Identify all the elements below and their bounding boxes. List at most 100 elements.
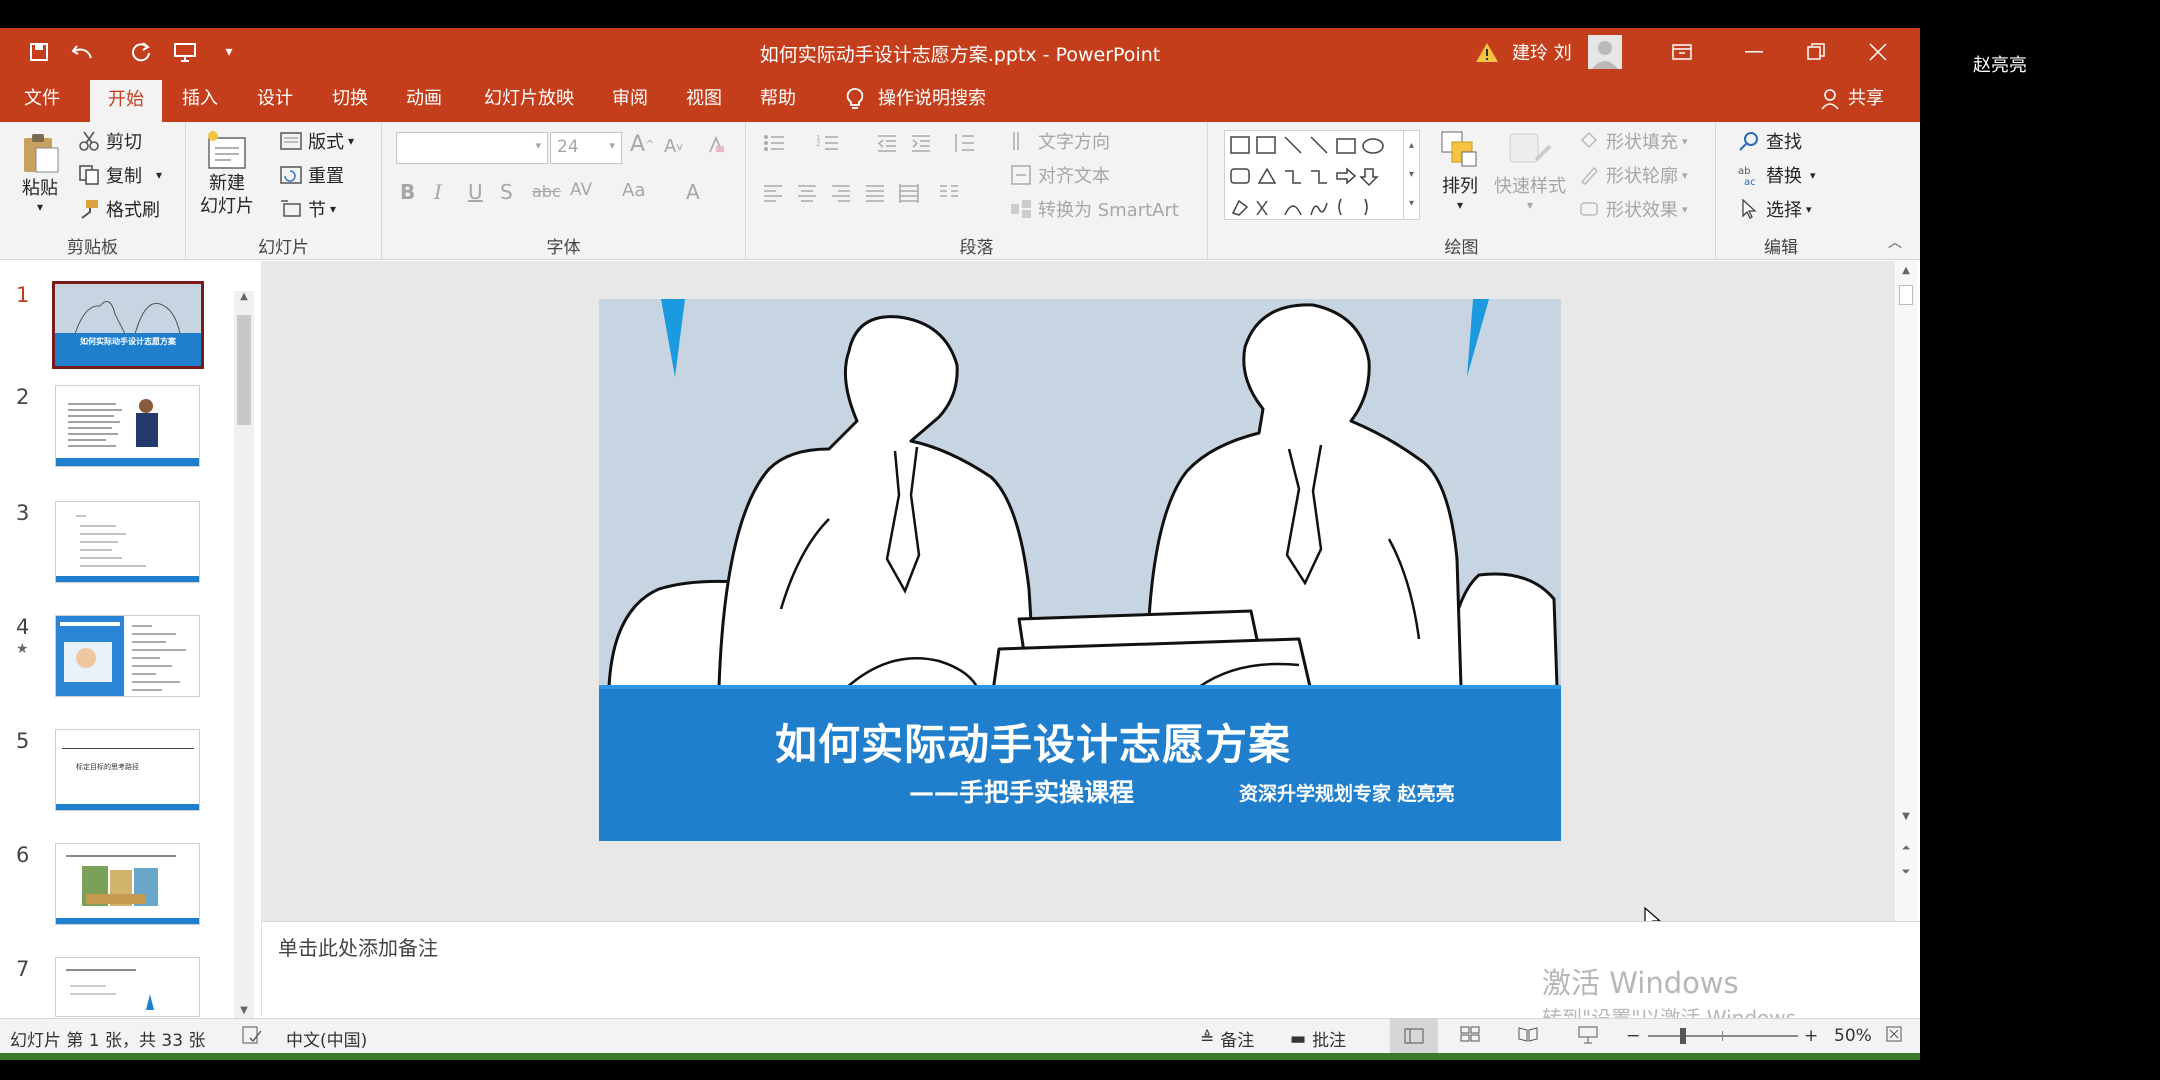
slide-thumbnail-3[interactable] [55,501,200,583]
shape-effects-button[interactable]: 形状效果 ▾ [1578,196,1688,222]
notes-placeholder[interactable]: 单击此处添加备注 [278,932,438,961]
align-text-button[interactable]: 对齐文本 [1010,162,1110,188]
slide-canvas[interactable]: 如何实际动手设计志愿方案 ——手把手实操课程 资深升学规划专家 赵亮亮 [599,299,1561,841]
align-center-icon[interactable] [796,182,818,204]
next-slide-icon[interactable]: ⏷ [1895,865,1917,879]
shape-fill-button[interactable]: 形状填充 ▾ [1578,128,1688,154]
smartart-button[interactable]: 转换为 SmartArt [1010,196,1179,222]
slide-thumbnail-6[interactable] [55,843,200,925]
slide-thumbnail-7[interactable] [55,957,200,1017]
tab-slideshow[interactable]: 幻灯片放映 [474,76,584,122]
font-family-combo[interactable]: ▾ [396,132,548,164]
decrease-indent-icon[interactable] [876,132,898,154]
collapse-ribbon-icon[interactable]: ︿ [1888,232,1902,252]
justify-icon[interactable] [864,182,886,204]
reading-view-icon[interactable] [1518,1026,1538,1042]
warning-icon[interactable] [1475,28,1499,76]
zoom-slider[interactable] [1648,1028,1798,1044]
scroll-down-icon[interactable]: ▼ [1895,811,1917,822]
shrink-font-button[interactable]: Av [664,136,683,157]
slide-sorter-icon[interactable] [1460,1026,1480,1042]
ribbon-display-icon[interactable] [1648,28,1716,76]
layout-button[interactable]: 版式 ▾ [280,128,354,154]
bullets-icon[interactable] [762,132,802,154]
align-left-icon[interactable] [762,182,784,204]
slide-counter[interactable]: 幻灯片 第 1 张，共 33 张 [10,1026,205,1051]
comments-button[interactable]: ▬ 批注 [1290,1026,1346,1052]
shape-outline-button[interactable]: 形状轮廓 ▾ [1578,162,1688,188]
cut-button[interactable]: 剪切 [78,128,142,154]
scroll-thumb[interactable] [237,315,251,425]
clear-format-icon[interactable] [704,134,726,156]
tab-insert[interactable]: 插入 [172,76,228,122]
tab-transitions[interactable]: 切换 [322,76,378,122]
slide-author[interactable]: 资深升学规划专家 赵亮亮 [1239,779,1455,806]
font-size-combo[interactable]: 24 ▾ [550,132,622,164]
paste-button[interactable]: 粘贴 ▾ [20,132,60,214]
slide-thumbnail-1[interactable]: 如何实际动手设计志愿方案 [52,281,204,369]
tab-view[interactable]: 视图 [676,76,732,122]
language-indicator[interactable]: 中文(中国) [286,1026,367,1051]
editor-scrollbar[interactable]: ▲ ▼ ⏶ ⏷ [1895,261,1917,921]
tell-me-search[interactable]: 操作说明搜索 [868,76,996,122]
text-direction-button[interactable]: 文字方向 [1010,128,1110,154]
scroll-thumb[interactable] [1899,285,1913,305]
underline-button[interactable]: U [468,180,483,204]
grow-font-button[interactable]: A ^ [630,132,654,157]
find-button[interactable]: 查找 [1738,128,1802,154]
user-name[interactable]: 建玲 刘 [1512,28,1572,76]
slide-thumbnail-2[interactable] [55,385,200,467]
slide-subtitle[interactable]: ——手把手实操课程 [909,773,1134,809]
spellcheck-icon[interactable] [242,1026,262,1044]
scroll-up-icon[interactable]: ▲ [1895,265,1917,276]
line-spacing-icon[interactable] [952,132,988,154]
notes-button[interactable]: ≜ 备注 [1200,1026,1254,1052]
numbering-icon[interactable]: 12 [816,132,856,154]
align-right-icon[interactable] [830,182,852,204]
tab-help[interactable]: 帮助 [750,76,806,122]
minimize-icon[interactable] [1720,28,1788,76]
format-painter-button[interactable]: 格式刷 [78,196,160,222]
slideshow-icon[interactable] [1578,1026,1598,1044]
zoom-level[interactable]: 50% [1834,1026,1872,1046]
tab-review[interactable]: 审阅 [602,76,658,122]
zoom-slider-thumb[interactable] [1680,1028,1686,1044]
tab-animations[interactable]: 动画 [396,76,452,122]
bold-button[interactable]: B [400,180,415,204]
shadow-button[interactable]: S [500,180,513,204]
italic-button[interactable]: I [434,180,442,204]
tab-file[interactable]: 文件 [14,76,70,122]
scroll-up-icon[interactable]: ▲ [234,291,254,309]
tab-design[interactable]: 设计 [247,76,303,122]
thumbnails-scrollbar[interactable]: ▲ ▼ [234,291,254,1023]
previous-slide-icon[interactable]: ⏶ [1895,841,1917,855]
slide-thumbnail-4[interactable] [55,615,200,697]
new-slide-button[interactable]: 新建 幻灯片 [200,130,254,218]
zoom-in-button[interactable]: + [1804,1026,1818,1046]
distributed-icon[interactable] [898,182,920,204]
slide-thumbnail-5[interactable]: 标定目标的思考路径 [55,729,200,811]
section-button[interactable]: 节 ▾ [280,196,336,222]
avatar[interactable] [1588,28,1622,76]
strikethrough-button[interactable]: abc [532,182,561,201]
copy-button[interactable]: 复制 ▾ [78,162,162,188]
gallery-scroll[interactable]: ▴ ▾ ▾ [1403,131,1419,219]
zoom-out-button[interactable]: − [1626,1026,1640,1046]
increase-indent-icon[interactable] [910,132,932,154]
shapes-gallery[interactable]: ▴ ▾ ▾ [1224,130,1420,220]
font-color-button[interactable]: A [686,180,700,204]
quick-styles-button[interactable]: 快速样式 ▾ [1494,130,1566,212]
reset-button[interactable]: 重置 [280,162,344,188]
fit-slide-icon[interactable] [1886,1026,1902,1042]
slide-title[interactable]: 如何实际动手设计志愿方案 [775,711,1291,772]
char-spacing-button[interactable]: AV [570,180,592,200]
tab-home[interactable]: 开始 [90,80,162,122]
arrange-button[interactable]: 排列 ▾ [1440,130,1480,212]
restore-icon[interactable] [1782,28,1850,76]
change-case-button[interactable]: Aa [622,180,645,201]
close-icon[interactable] [1844,28,1912,76]
normal-view-icon[interactable] [1390,1019,1438,1053]
replace-button[interactable]: ab ac 替换 ▾ [1738,162,1816,188]
columns-icon[interactable] [938,182,974,204]
select-button[interactable]: 选择 ▾ [1738,196,1812,222]
